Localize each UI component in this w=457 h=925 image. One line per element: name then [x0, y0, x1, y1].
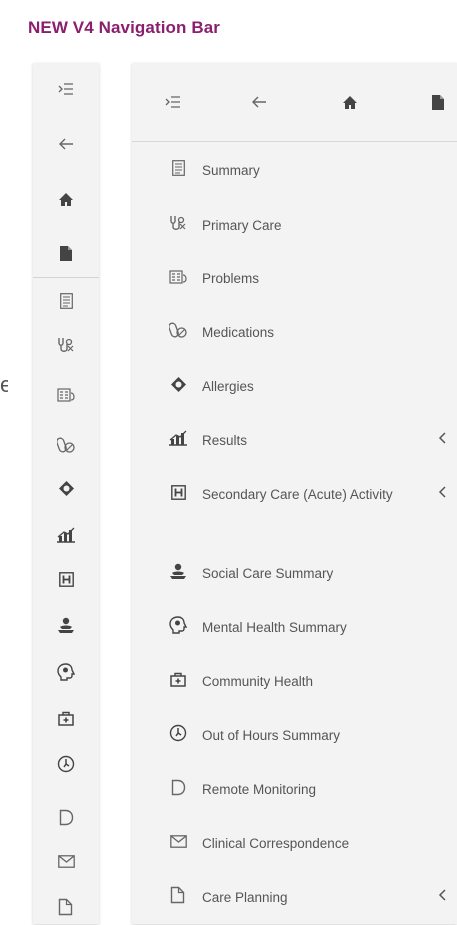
clock-hours-icon — [57, 755, 75, 773]
clock-hours-icon — [168, 723, 188, 743]
nav-item-allergies[interactable]: Allergies — [132, 374, 457, 414]
toolbar-collapse-button[interactable] — [160, 89, 186, 115]
home-icon — [342, 95, 358, 110]
panel-toolbar — [132, 63, 457, 142]
hospital-icon — [168, 482, 188, 502]
rail-item-stethoscope[interactable] — [33, 332, 99, 358]
nav-item-label: Results — [202, 433, 248, 448]
summary-icon — [59, 293, 73, 309]
envelope-icon — [57, 854, 75, 868]
back-arrow-icon — [251, 95, 267, 109]
nav-item-primary-care[interactable]: Primary Care — [132, 213, 457, 253]
home-icon — [58, 192, 74, 207]
social-care-icon — [57, 617, 75, 634]
rail-item-care-plan-doc[interactable] — [33, 894, 99, 920]
remote-d-icon — [59, 809, 74, 826]
nav-item-label: Summary — [202, 163, 260, 178]
social-care-icon — [168, 561, 188, 581]
rail-item-home[interactable] — [33, 186, 99, 212]
community-medkit-icon — [58, 711, 74, 726]
nav-item-label: Mental Health Summary — [202, 620, 347, 635]
nav-item-clinical-correspondence[interactable]: Clinical Correspondence — [132, 831, 457, 871]
nav-item-secondary-care-acute-activity[interactable]: Secondary Care (Acute) Activity — [132, 482, 457, 522]
nav-item-problems[interactable]: Problems — [132, 266, 457, 306]
rail-item-clock-hours[interactable] — [33, 751, 99, 777]
toolbar-back-button[interactable] — [246, 89, 272, 115]
page-title: NEW V4 Navigation Bar — [28, 18, 220, 37]
brain-icon — [57, 663, 75, 681]
brain-icon — [168, 615, 188, 635]
collapsed-nav-rail — [33, 63, 99, 924]
nav-item-label: Social Care Summary — [202, 566, 334, 581]
nav-item-label: Allergies — [202, 379, 254, 394]
results-chart-icon — [168, 428, 188, 448]
collapse-icon — [58, 82, 74, 96]
rail-item-pills[interactable] — [33, 432, 99, 458]
remote-d-icon — [168, 777, 188, 797]
allergy-icon — [168, 374, 188, 394]
care-plan-doc-icon — [168, 885, 188, 905]
chevron-left-icon[interactable] — [435, 483, 449, 501]
summary-icon — [168, 158, 188, 178]
nav-item-label: Out of Hours Summary — [202, 728, 341, 743]
document-icon — [432, 94, 444, 110]
results-chart-icon — [56, 527, 76, 543]
rail-item-summary[interactable] — [33, 288, 99, 314]
rail-item-results-chart[interactable] — [33, 522, 99, 548]
problems-icon — [168, 266, 188, 286]
toolbar-document-button[interactable] — [425, 89, 451, 115]
nav-item-label: Secondary Care (Acute) Activity — [202, 487, 393, 502]
envelope-icon — [168, 831, 188, 851]
nav-item-label: Medications — [202, 325, 275, 340]
rail-item-envelope[interactable] — [33, 848, 99, 874]
hospital-icon — [58, 571, 74, 587]
stethoscope-icon — [168, 213, 188, 233]
rail-item-collapse[interactable] — [33, 76, 99, 102]
rail-item-back-arrow[interactable] — [33, 131, 99, 157]
pills-icon — [168, 320, 188, 340]
nav-item-medications[interactable]: Medications — [132, 320, 457, 360]
nav-item-community-health[interactable]: Community Health — [132, 669, 457, 709]
expanded-nav-panel: Summary Primary Care Problems Medications Al… — [132, 63, 457, 924]
rail-item-problems[interactable] — [33, 381, 99, 407]
nav-item-social-care-summary[interactable]: Social Care Summary — [132, 561, 457, 601]
nav-item-label: Clinical Correspondence — [202, 836, 350, 851]
back-arrow-icon — [58, 137, 74, 151]
nav-item-results[interactable]: Results — [132, 428, 457, 468]
allergy-icon — [58, 480, 75, 497]
nav-item-mental-health-summary[interactable]: Mental Health Summary — [132, 615, 457, 655]
nav-item-remote-monitoring[interactable]: Remote Monitoring — [132, 777, 457, 817]
nav-item-label: Primary Care — [202, 218, 282, 233]
toolbar-home-button[interactable] — [337, 89, 363, 115]
chevron-left-icon[interactable] — [435, 429, 449, 447]
nav-item-label: Problems — [202, 271, 260, 286]
nav-item-care-planning[interactable]: Care Planning — [132, 885, 457, 925]
care-plan-doc-icon — [58, 898, 74, 916]
clipped-text: e — [0, 372, 8, 397]
rail-item-social-care[interactable] — [33, 612, 99, 638]
rail-item-allergy[interactable] — [33, 475, 99, 501]
document-icon — [60, 245, 72, 261]
rail-divider — [33, 277, 99, 278]
rail-item-hospital[interactable] — [33, 566, 99, 592]
nav-item-label: Community Health — [202, 674, 314, 689]
nav-item-label: Remote Monitoring — [202, 782, 317, 797]
stethoscope-icon — [57, 337, 75, 354]
collapse-icon — [165, 95, 181, 109]
problems-icon — [57, 387, 75, 402]
rail-item-document[interactable] — [33, 240, 99, 266]
nav-item-out-of-hours-summary[interactable]: Out of Hours Summary — [132, 723, 457, 763]
rail-item-remote-d[interactable] — [33, 804, 99, 830]
nav-item-label: Care Planning — [202, 890, 288, 905]
rail-item-brain[interactable] — [33, 659, 99, 685]
chevron-left-icon[interactable] — [435, 886, 449, 904]
rail-item-community-medkit[interactable] — [33, 705, 99, 731]
community-medkit-icon — [168, 669, 188, 689]
nav-item-summary[interactable]: Summary — [132, 158, 457, 198]
pills-icon — [57, 437, 75, 454]
